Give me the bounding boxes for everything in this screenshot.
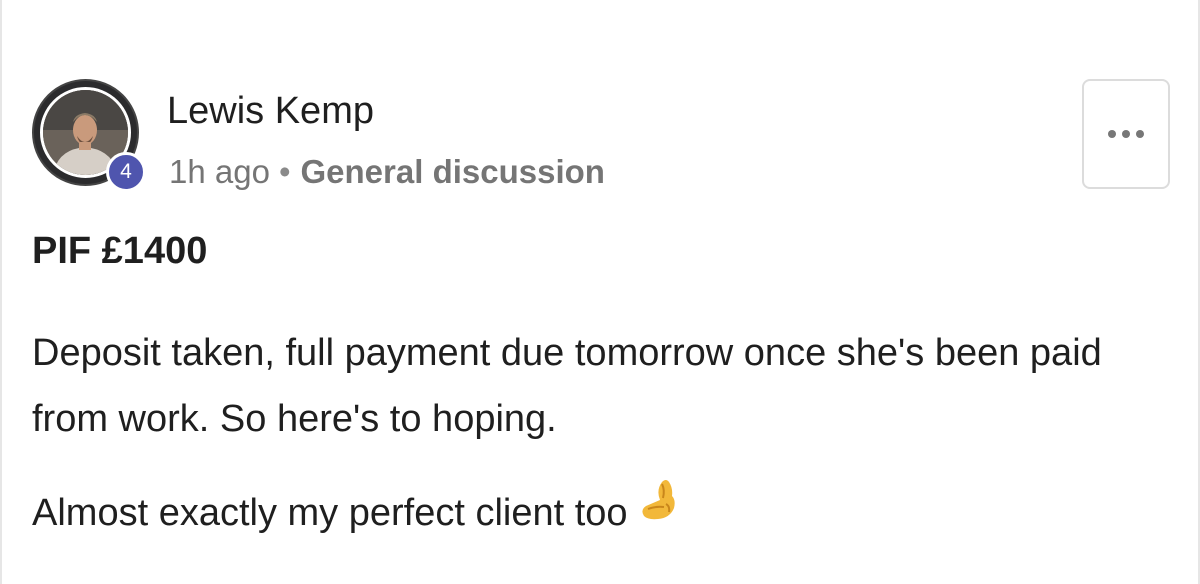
post-category[interactable]: General discussion [301, 153, 605, 190]
post-meta: 1h ago • General discussion [169, 153, 605, 191]
post-card: 4 Lewis Kemp 1h ago • General discussion P… [0, 0, 1200, 584]
post-paragraph: Deposit taken, full payment due tomorrow… [32, 332, 1102, 440]
more-options-button[interactable] [1082, 79, 1170, 189]
post-paragraph: Almost exactly my perfect client too [32, 480, 1152, 546]
post-time: 1h ago [169, 153, 270, 190]
level-badge: 4 [106, 152, 146, 192]
meta-separator: • [278, 153, 291, 190]
ellipsis-icon [1108, 130, 1144, 138]
author-avatar[interactable]: 4 [32, 79, 146, 192]
author-name[interactable]: Lewis Kemp [167, 90, 374, 133]
post-title: PIF £1400 [32, 230, 208, 272]
post-paragraph-text: Almost exactly my perfect client too [32, 492, 628, 534]
post-body: Deposit taken, full payment due tomorrow… [32, 320, 1152, 546]
pinching-hand-icon [636, 476, 682, 543]
